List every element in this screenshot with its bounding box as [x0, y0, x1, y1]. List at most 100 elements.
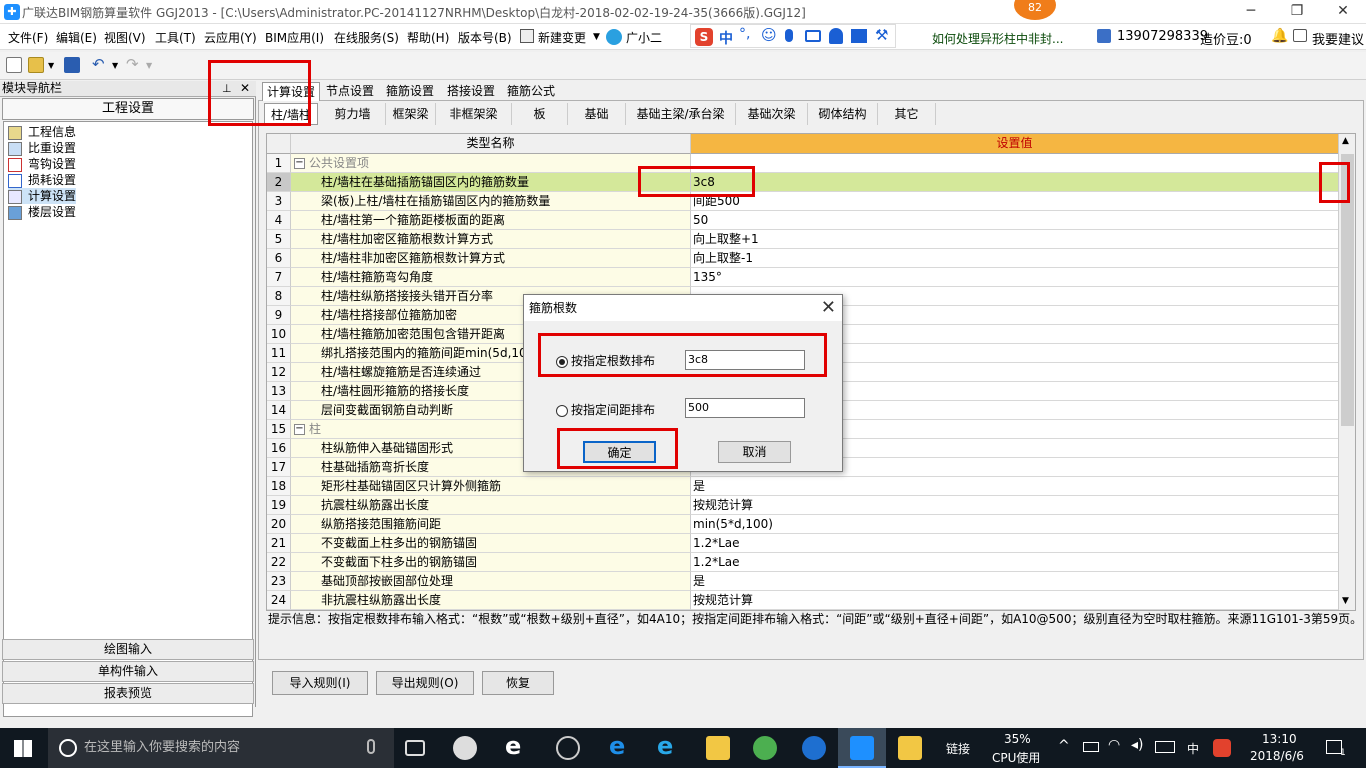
- tab-stirrup-settings[interactable]: 箍筋设置: [382, 82, 438, 101]
- radio-by-spacing[interactable]: [556, 404, 568, 417]
- tree-item-density[interactable]: 比重设置: [8, 140, 76, 156]
- scroll-down-icon[interactable]: ▼: [1342, 596, 1349, 606]
- notes-app-icon[interactable]: [898, 736, 922, 760]
- spacing-input[interactable]: 500: [685, 398, 805, 418]
- table-row[interactable]: 7 柱/墙柱箍筋弯勾角度 135°: [267, 268, 1339, 287]
- row-setting-value[interactable]: [691, 154, 1339, 173]
- menu-cloud[interactable]: 云应用(Y): [204, 29, 257, 46]
- row-setting-value[interactable]: 1.2*Lae: [691, 553, 1339, 572]
- tree-item-calculation[interactable]: 计算设置: [8, 188, 77, 204]
- save-icon[interactable]: [64, 57, 80, 73]
- menu-bim[interactable]: BIM应用(I): [265, 29, 324, 46]
- drawing-input-button[interactable]: 绘图输入: [2, 639, 254, 660]
- help-link[interactable]: 如何处理异形柱中非封...: [932, 30, 1063, 47]
- tab-masonry[interactable]: 砌体结构: [808, 103, 878, 125]
- browser-360-icon[interactable]: [753, 736, 777, 760]
- menu-online[interactable]: 在线服务(S): [334, 29, 399, 46]
- tab-frame-beam[interactable]: 框架梁: [386, 103, 436, 125]
- open-folder-icon[interactable]: [28, 57, 44, 73]
- ime-punct-icon[interactable]: °,: [739, 26, 750, 42]
- tree-item-project-info[interactable]: 工程信息: [8, 124, 76, 140]
- menu-version[interactable]: 版本号(B): [458, 29, 512, 46]
- phone-account[interactable]: 13907298339: [1117, 29, 1208, 44]
- grid-vertical-scrollbar[interactable]: ▲ ▼: [1338, 134, 1355, 610]
- table-row[interactable]: 21 不变截面上柱多出的钢筋锚固 1.2*Lae: [267, 534, 1339, 553]
- option-by-spacing[interactable]: 按指定间距排布: [556, 401, 655, 418]
- touch-keyboard-icon[interactable]: [1155, 741, 1175, 753]
- edge-browser-icon[interactable]: e: [609, 732, 625, 760]
- menu-tools[interactable]: 工具(T): [155, 29, 196, 46]
- bell-icon[interactable]: 🔔: [1271, 28, 1288, 44]
- tab-foundation-secondary-beam[interactable]: 基础次梁: [736, 103, 808, 125]
- table-row[interactable]: 6 柱/墙柱非加密区箍筋根数计算方式 向上取整-1: [267, 249, 1339, 268]
- glodon-app-active[interactable]: [838, 728, 886, 768]
- row-setting-value[interactable]: 是: [691, 477, 1339, 496]
- skin-icon[interactable]: [851, 29, 867, 43]
- sogou-icon[interactable]: S: [695, 28, 713, 46]
- app-fan-icon[interactable]: [453, 736, 477, 760]
- user-icon[interactable]: [829, 28, 843, 44]
- menu-help[interactable]: 帮助(H): [407, 29, 449, 46]
- row-setting-value[interactable]: 50: [691, 211, 1339, 230]
- single-component-input-button[interactable]: 单构件输入: [2, 661, 254, 682]
- menu-file[interactable]: 文件(F): [8, 29, 48, 46]
- redo-icon[interactable]: ↷: [126, 55, 139, 73]
- group-row[interactable]: 1− 公共设置项: [267, 154, 1339, 173]
- table-row[interactable]: 19 抗震柱纵筋露出长度 按规范计算: [267, 496, 1339, 515]
- open-dropdown-icon[interactable]: ▼: [48, 61, 54, 70]
- ime-indicator[interactable]: 中: [1187, 740, 1199, 757]
- table-row[interactable]: 23 基础顶部按嵌固部位处理 是: [267, 572, 1339, 591]
- table-row[interactable]: 3 梁(板)上柱/墙柱在插筋锚固区内的箍筋数量 间距500: [267, 192, 1339, 211]
- tab-other[interactable]: 其它: [878, 103, 936, 125]
- tab-slab[interactable]: 板: [512, 103, 568, 125]
- clock-date[interactable]: 2018/6/6: [1250, 749, 1304, 763]
- table-row[interactable]: 24 非抗震柱纵筋露出长度 按规范计算: [267, 591, 1339, 610]
- row-setting-value[interactable]: 向上取整-1: [691, 249, 1339, 268]
- import-rules-button[interactable]: 导入规则(I): [272, 671, 368, 695]
- collapse-icon[interactable]: −: [294, 424, 305, 435]
- tab-foundation-main-beam[interactable]: 基础主梁/承台梁: [626, 103, 736, 125]
- cost-beans[interactable]: 造价豆:0: [1200, 29, 1252, 48]
- maximize-button[interactable]: ❐: [1274, 0, 1320, 24]
- row-setting-value[interactable]: 按规范计算: [691, 591, 1339, 610]
- minimize-button[interactable]: ─: [1228, 0, 1274, 24]
- table-row[interactable]: 5 柱/墙柱加密区箍筋根数计算方式 向上取整+1: [267, 230, 1339, 249]
- undo-dropdown-icon[interactable]: ▼: [112, 61, 118, 70]
- row-setting-value[interactable]: 3c8: [691, 173, 1339, 192]
- menu-view[interactable]: 视图(V): [104, 29, 146, 46]
- export-rules-button[interactable]: 导出规则(O): [376, 671, 474, 695]
- keyboard-icon[interactable]: [805, 30, 821, 42]
- mic-icon[interactable]: [785, 29, 793, 42]
- app-swirl-icon[interactable]: [556, 736, 580, 760]
- row-setting-value[interactable]: 按规范计算: [691, 496, 1339, 515]
- assistant-button[interactable]: 广小二: [626, 29, 662, 46]
- ime-mode-label[interactable]: 中: [719, 28, 733, 48]
- scroll-up-icon[interactable]: ▲: [1342, 136, 1349, 146]
- table-row[interactable]: 22 不变截面下柱多出的钢筋锚固 1.2*Lae: [267, 553, 1339, 572]
- ie-blue-icon[interactable]: e: [657, 732, 673, 760]
- volume-icon[interactable]: ◂): [1131, 737, 1144, 753]
- new-change-button[interactable]: 新建变更: [538, 29, 586, 46]
- taskbar-search[interactable]: 在这里输入你要搜索的内容: [48, 728, 394, 768]
- suggest-button[interactable]: 我要建议: [1312, 29, 1364, 48]
- ie-browser-icon[interactable]: e: [505, 732, 521, 760]
- wifi-icon[interactable]: ◠: [1108, 737, 1120, 753]
- cancel-button[interactable]: 取消: [718, 441, 791, 463]
- dialog-close-button[interactable]: ✕: [821, 297, 836, 318]
- menu-edit[interactable]: 编辑(E): [56, 29, 97, 46]
- tab-foundation[interactable]: 基础: [568, 103, 626, 125]
- undo-icon[interactable]: ↶: [92, 55, 105, 73]
- table-row[interactable]: 18 矩形柱基础锚固区只计算外侧箍筋 是: [267, 477, 1339, 496]
- new-file-icon[interactable]: [6, 57, 22, 73]
- tab-stirrup-formula[interactable]: 箍筋公式: [503, 82, 559, 101]
- taskbar-link[interactable]: 链接: [946, 740, 970, 757]
- clock-time[interactable]: 13:10: [1262, 732, 1297, 746]
- row-setting-value[interactable]: 1.2*Lae: [691, 534, 1339, 553]
- restore-button[interactable]: 恢复: [482, 671, 554, 695]
- tree-item-hook[interactable]: 弯钩设置: [8, 156, 76, 172]
- row-setting-value[interactable]: min(5*d,100): [691, 515, 1339, 534]
- tab-node-settings[interactable]: 节点设置: [322, 82, 378, 101]
- battery-icon[interactable]: [1083, 742, 1099, 752]
- table-row[interactable]: 20 纵筋搭接范围箍筋间距 min(5*d,100): [267, 515, 1339, 534]
- file-explorer-icon[interactable]: [706, 736, 730, 760]
